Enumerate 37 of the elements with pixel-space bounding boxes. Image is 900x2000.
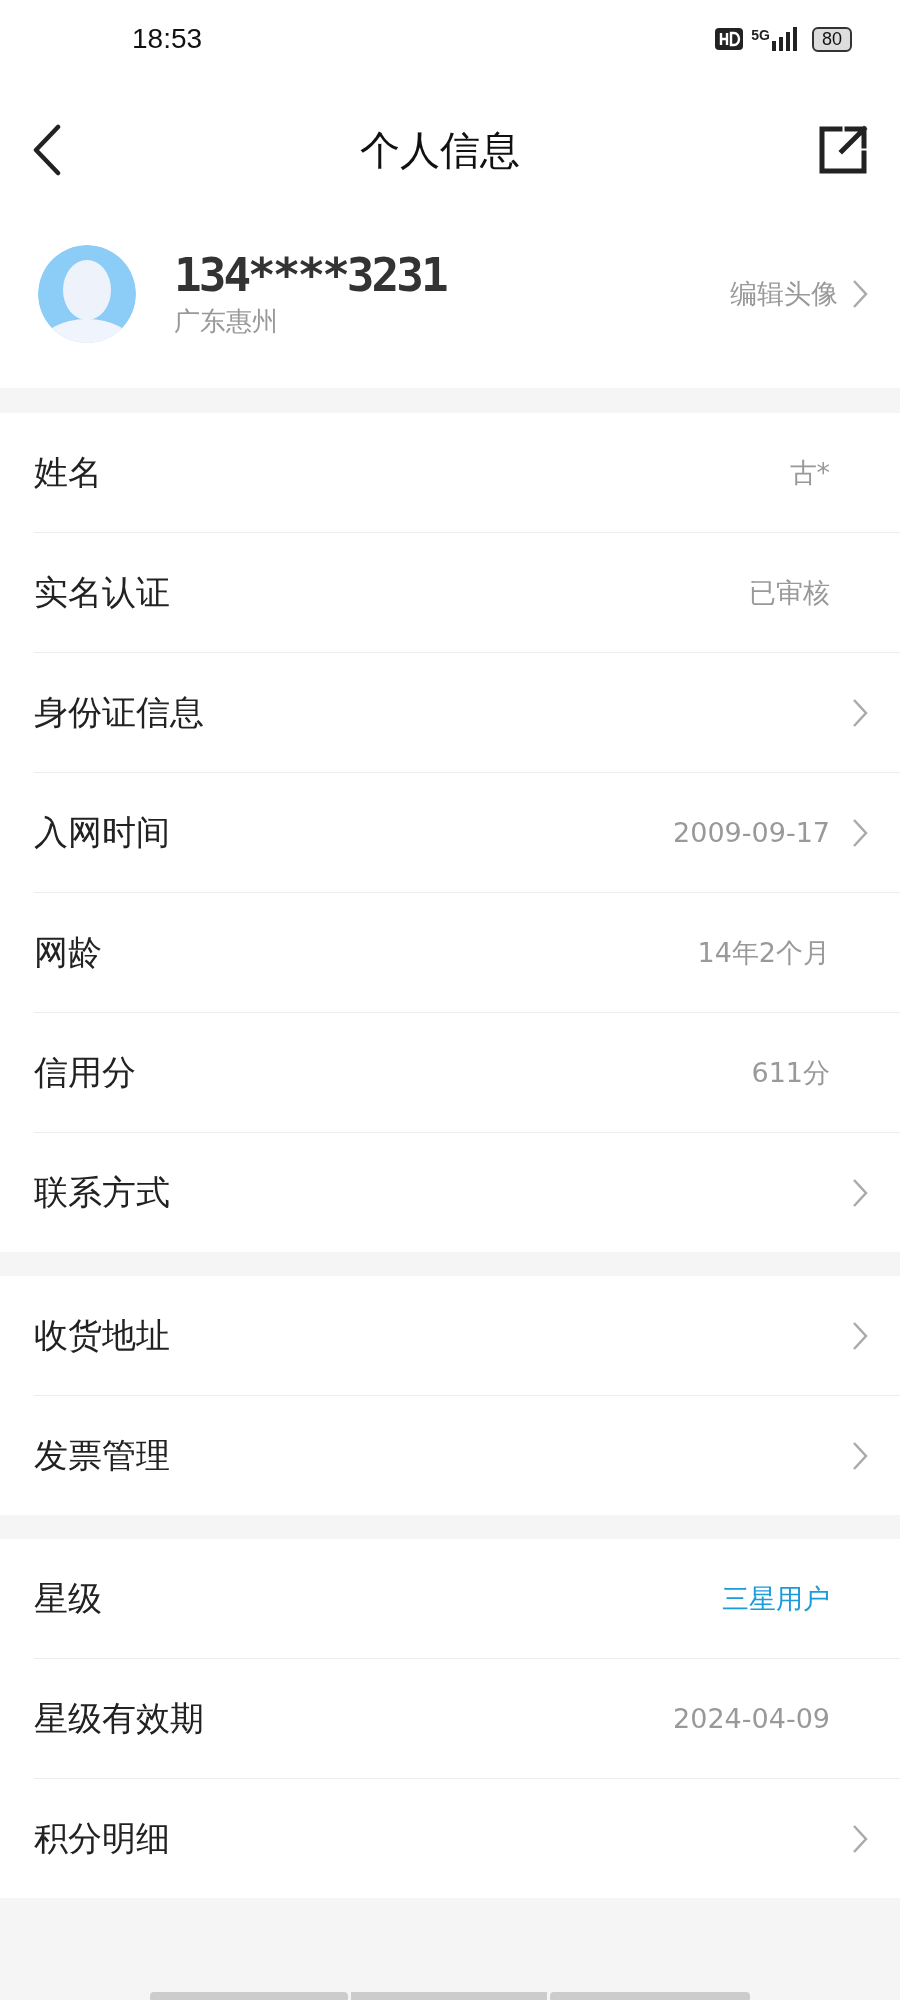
row-label: 收货地址 [34, 1313, 170, 1357]
settings-row[interactable]: 入网时间 2009-09-17 [34, 773, 900, 893]
network-type: 5G [751, 26, 770, 43]
row-value: 已审核 [749, 575, 830, 610]
row-label: 入网时间 [34, 810, 170, 854]
row-label: 信用分 [34, 1050, 136, 1094]
row-value: 三星用户 [722, 1581, 830, 1616]
battery-level: 80 [811, 26, 852, 52]
row-label: 实名认证 [34, 570, 170, 614]
chevron-icon [852, 279, 868, 309]
row-label: 身份证信息 [34, 690, 204, 734]
row-value: 2024-04-09 [673, 1703, 830, 1734]
settings-row[interactable]: 发票管理 [34, 1396, 900, 1515]
avatar-icon [38, 245, 136, 343]
row-value: 古* [789, 455, 830, 490]
row-label: 发票管理 [34, 1433, 170, 1477]
location-text: 广东惠州 [174, 304, 279, 338]
share-button[interactable] [818, 125, 868, 175]
settings-row[interactable]: 收货地址 [34, 1276, 900, 1396]
row-label: 联系方式 [34, 1170, 170, 1214]
row-label: 网龄 [34, 930, 102, 974]
signal-icon [771, 27, 798, 51]
row-label: 星级 [34, 1576, 102, 1620]
settings-row[interactable]: 联系方式 [34, 1133, 900, 1252]
row-value: 611分 [751, 1055, 830, 1090]
settings-row[interactable]: 身份证信息 [34, 653, 900, 773]
status-time: 18:53 [132, 23, 203, 56]
row-value: 14年2个月 [697, 935, 830, 970]
row-label: 星级有效期 [34, 1696, 204, 1740]
row-label: 姓名 [34, 450, 102, 494]
settings-row[interactable]: 积分明细 [34, 1779, 900, 1898]
page-title: 个人信息 [360, 125, 520, 175]
row-label: 积分明细 [34, 1816, 170, 1860]
phone-number: 134****3231 [174, 249, 448, 302]
row-value: 2009-09-17 [673, 817, 830, 848]
hd-icon [715, 28, 744, 50]
back-button[interactable] [32, 124, 62, 176]
